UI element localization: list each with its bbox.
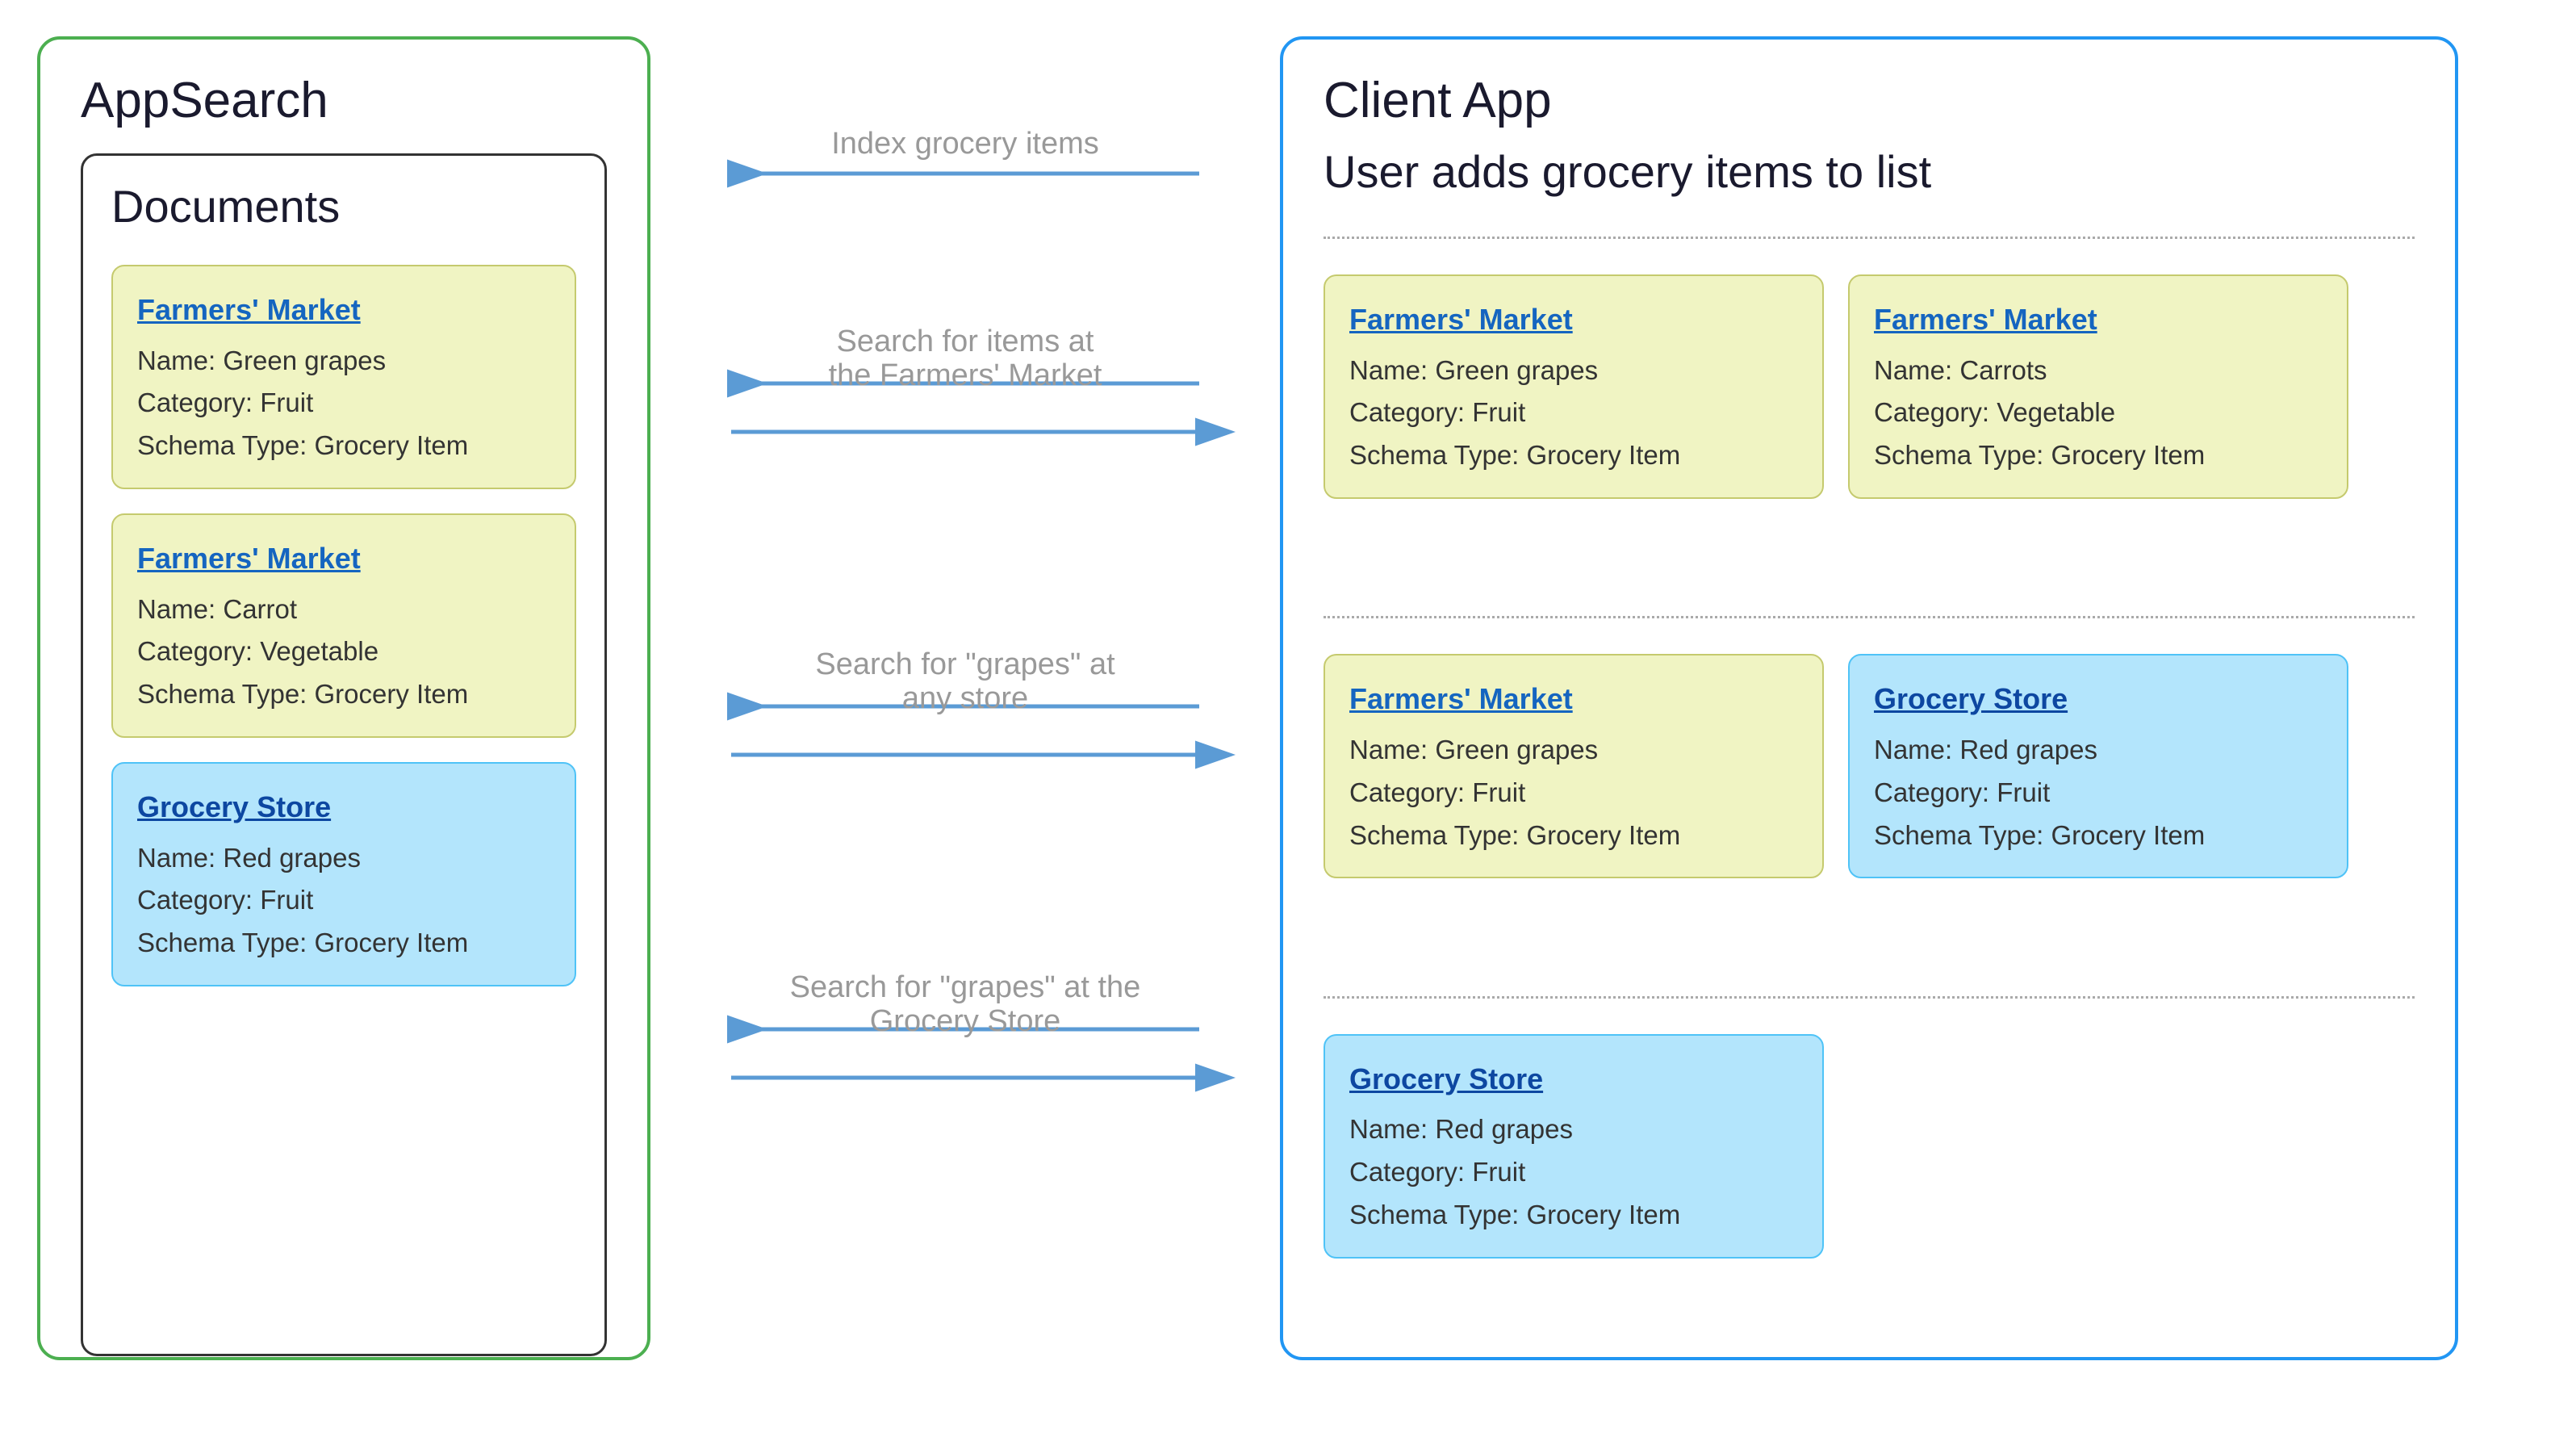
doc-card-title-3: Grocery Store — [137, 784, 550, 831]
client-card-body-1: Name: Green grapesCategory: FruitSchema … — [1349, 350, 1798, 477]
client-card-body-2: Name: CarrotsCategory: VegetableSchema T… — [1874, 350, 2323, 477]
client-card-fm-greengrapes2: Farmers' Market Name: Green grapesCatego… — [1324, 654, 1824, 878]
client-card-body-5: Name: Red grapesCategory: FruitSchema Ty… — [1349, 1108, 1798, 1236]
doc-card-fm-carrot: Farmers' Market Name: CarrotCategory: Ve… — [111, 513, 576, 738]
doc-card-title: Farmers' Market — [137, 287, 550, 333]
client-card-title-1: Farmers' Market — [1349, 296, 1798, 343]
arrow-search-farmers-label1: Search for items at — [837, 325, 1094, 358]
client-section-2: Farmers' Market Name: Green grapesCatego… — [1324, 638, 2415, 976]
client-content: User adds grocery items to list Farmers'… — [1324, 145, 2415, 1356]
client-card-title-4: Grocery Store — [1874, 676, 2323, 722]
user-adds-title: User adds grocery items to list — [1324, 145, 2415, 198]
client-card-body-3: Name: Green grapesCategory: FruitSchema … — [1349, 729, 1798, 857]
doc-card-body: Name: Green grapesCategory: FruitSchema … — [137, 340, 550, 467]
client-card-title-5: Grocery Store — [1349, 1056, 1798, 1103]
arrow-search-grocery-label1: Search for "grapes" at the — [790, 970, 1141, 1004]
client-card-fm-carrots: Farmers' Market Name: CarrotsCategory: V… — [1848, 274, 2348, 499]
divider-3 — [1324, 996, 2415, 999]
arrow-search-grapes-label1: Search for "grapes" at — [815, 647, 1115, 681]
documents-box: Documents Farmers' Market Name: Green gr… — [81, 153, 607, 1356]
arrows-svg: Index grocery items Search for items at … — [650, 36, 1280, 1360]
client-card-title-2: Farmers' Market — [1874, 296, 2323, 343]
middle-arrows-area: Index grocery items Search for items at … — [650, 36, 1280, 1360]
diagram: AppSearch Documents Farmers' Market Name… — [37, 36, 2539, 1409]
arrow-index-label: Index grocery items — [831, 127, 1099, 161]
arrow-search-grapes-label2: any store — [902, 681, 1028, 715]
doc-card-body-2: Name: CarrotCategory: VegetableSchema Ty… — [137, 588, 550, 716]
client-card-fm-greengrapes: Farmers' Market Name: Green grapesCatego… — [1324, 274, 1824, 499]
clientapp-panel: Client App User adds grocery items to li… — [1280, 36, 2458, 1360]
arrow-search-farmers-label2: the Farmers' Market — [829, 358, 1102, 392]
clientapp-title: Client App — [1324, 72, 2415, 129]
client-card-gs-redgrapes: Grocery Store Name: Red grapesCategory: … — [1848, 654, 2348, 878]
doc-card-body-3: Name: Red grapesCategory: FruitSchema Ty… — [137, 837, 550, 965]
client-section-1: Farmers' Market Name: Green grapesCatego… — [1324, 258, 2415, 597]
client-card-gs-redgrapes2: Grocery Store Name: Red grapesCategory: … — [1324, 1034, 1824, 1259]
doc-card-title-2: Farmers' Market — [137, 535, 550, 582]
divider-1 — [1324, 237, 2415, 239]
appsearch-panel: AppSearch Documents Farmers' Market Name… — [37, 36, 650, 1360]
doc-card-gs-redgrapes: Grocery Store Name: Red grapesCategory: … — [111, 762, 576, 986]
appsearch-title: AppSearch — [81, 72, 607, 129]
client-card-body-4: Name: Red grapesCategory: FruitSchema Ty… — [1874, 729, 2323, 857]
client-section-3: Grocery Store Name: Red grapesCategory: … — [1324, 1018, 2415, 1356]
arrow-search-grocery-label2: Grocery Store — [870, 1004, 1061, 1038]
client-card-title-3: Farmers' Market — [1349, 676, 1798, 722]
doc-card-fm-grapes: Farmers' Market Name: Green grapesCatego… — [111, 265, 576, 489]
divider-2 — [1324, 616, 2415, 618]
documents-title: Documents — [111, 180, 576, 232]
